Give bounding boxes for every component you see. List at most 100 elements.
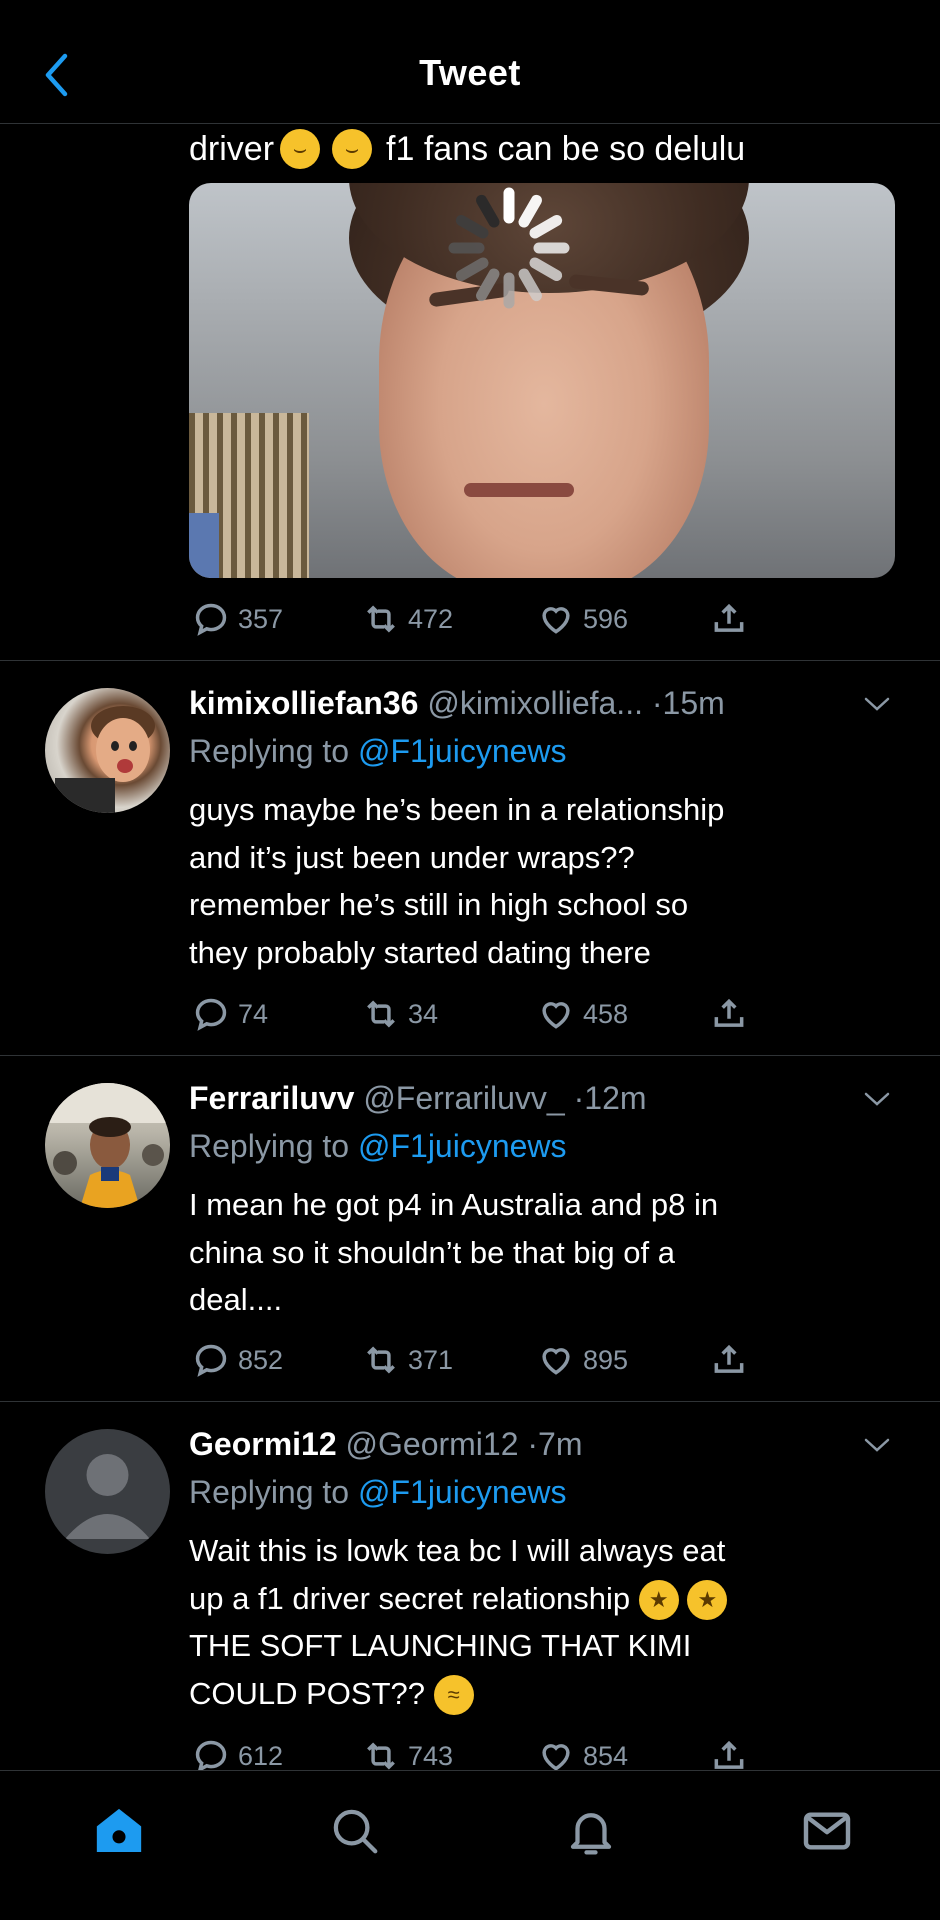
replying-to: Replying to @F1juicynews: [189, 1125, 567, 1167]
retweet-button[interactable]: 34: [362, 992, 438, 1036]
bottom-tab-bar: [0, 1770, 940, 1920]
reply-text-line: THE SOFT LAUNCHING THAT KIMI: [189, 1628, 692, 1663]
reply-button[interactable]: 74: [192, 992, 268, 1036]
display-name[interactable]: Ferrariluvv: [189, 1080, 354, 1116]
retweet-icon: [367, 1000, 395, 1028]
heart-icon: [542, 1002, 570, 1029]
chevron-down-icon[interactable]: [862, 1089, 892, 1109]
share-icon: [714, 998, 744, 1027]
share-button[interactable]: [710, 597, 748, 641]
messages-icon: [803, 1812, 851, 1850]
replying-to-link[interactable]: @F1juicynews: [358, 1474, 567, 1510]
reply-count: 612: [238, 1740, 284, 1771]
handle[interactable]: @kimixolliefa...: [427, 685, 643, 721]
page-title: Tweet: [419, 52, 521, 93]
reply-count: 852: [238, 1344, 284, 1375]
reply-header: Ferrariluvv @Ferrariluvv_ ·12m: [189, 1077, 647, 1119]
like-count: 895: [583, 1344, 629, 1375]
share-button[interactable]: [710, 992, 748, 1036]
loading-spinner-icon: [448, 187, 570, 309]
like-button[interactable]: 895: [537, 1338, 628, 1382]
reply-text-line: Wait this is lowk tea bc I will always e…: [189, 1533, 726, 1568]
avatar[interactable]: [45, 1429, 170, 1554]
tweet-media-video[interactable]: [189, 183, 895, 578]
reply-text-line: and it’s just been under wraps??: [189, 839, 635, 875]
chevron-down-icon[interactable]: [862, 694, 892, 714]
like-count: 854: [583, 1740, 629, 1771]
share-icon: [714, 603, 744, 632]
replying-to-link[interactable]: @F1juicynews: [358, 733, 567, 769]
reply-text-line: china so it shouldn’t be that big of a: [189, 1234, 675, 1270]
reply-text-line: guys maybe he’s been in a relationship: [189, 792, 725, 827]
like-button[interactable]: 596: [537, 597, 628, 641]
top-bar: Tweet: [0, 0, 940, 124]
timestamp: ·12m: [573, 1080, 647, 1116]
reply-text-line: I mean he got p4 in Australia and p8 in: [189, 1187, 719, 1222]
retweet-icon: [367, 605, 395, 633]
handle[interactable]: @Geormi12: [346, 1426, 519, 1462]
notifications-icon: [570, 1813, 612, 1855]
tab-search[interactable]: [325, 1801, 385, 1861]
reply-text-line-with-emoji: COULD POST?? ≈: [189, 1670, 889, 1718]
retweet-button[interactable]: 472: [362, 597, 453, 641]
chevron-down-icon[interactable]: [862, 1435, 892, 1455]
tired-face-emoji-icon: ≈: [433, 1675, 474, 1716]
reply-text-line: they probably started dating there: [189, 934, 651, 970]
tab-notifications[interactable]: [561, 1801, 621, 1861]
search-icon: [333, 1809, 378, 1854]
reply-text: Wait this is lowk tea bc I will always e…: [189, 1527, 889, 1717]
retweet-count: 472: [408, 603, 454, 634]
reply-text-line: deal....: [189, 1282, 283, 1317]
reply-icon: [195, 998, 227, 1031]
display-name[interactable]: kimixolliefan36: [189, 685, 418, 721]
reply-header: kimixolliefan36 @kimixolliefa... ·15m: [189, 682, 725, 724]
reply-text-line: up a f1 driver secret relationship: [189, 1580, 631, 1616]
handle[interactable]: @Ferrariluvv_: [363, 1080, 564, 1116]
mouth: [464, 483, 574, 497]
retweet-button[interactable]: 371: [362, 1338, 453, 1382]
tweet-text-after: f1 fans can be so delulu: [386, 130, 746, 168]
star-struck-emoji-icon: ★: [687, 1580, 728, 1621]
replying-to: Replying to @F1juicynews: [189, 730, 567, 772]
replying-to-prefix: Replying to: [189, 733, 350, 769]
tab-messages[interactable]: [797, 1801, 857, 1861]
like-button[interactable]: 458: [537, 992, 628, 1036]
like-count: 458: [583, 998, 629, 1029]
divider: [0, 1055, 940, 1056]
crying-face-emoji-icon: ⌣: [332, 129, 373, 169]
reply-icon: [195, 1344, 227, 1377]
reply-button[interactable]: 357: [192, 597, 283, 641]
avatar-image: [45, 1083, 170, 1208]
reply-button[interactable]: 852: [192, 1338, 283, 1382]
default-avatar-icon: [65, 1454, 150, 1539]
retweet-count: 371: [408, 1344, 454, 1375]
reply-text-line: remember he’s still in high school so: [189, 887, 689, 922]
reply-text-line: COULD POST??: [189, 1675, 426, 1711]
share-icon: [714, 1344, 744, 1373]
tab-home[interactable]: [89, 1801, 149, 1861]
timestamp: ·15m: [651, 685, 725, 721]
tweet-text: driver ⌣ ⌣ f1 fans can be so delulu: [189, 126, 745, 172]
replying-to-prefix: Replying to: [189, 1474, 350, 1510]
background-frame: [189, 513, 219, 578]
avatar-image: [55, 706, 155, 813]
timestamp: ·7m: [527, 1426, 583, 1462]
retweet-count: 34: [408, 998, 439, 1029]
retweet-count: 743: [408, 1740, 454, 1771]
divider: [0, 660, 940, 661]
share-button[interactable]: [710, 1338, 748, 1382]
tweet-text-before: driver: [189, 130, 275, 168]
reply-icon: [195, 603, 227, 636]
avatar[interactable]: [45, 688, 170, 813]
crying-face-emoji-icon: ⌣: [280, 129, 321, 169]
replying-to-link[interactable]: @F1juicynews: [358, 1128, 567, 1164]
like-count: 596: [583, 603, 629, 634]
reply-header: Geormi12 @Geormi12 ·7m: [189, 1423, 583, 1465]
replying-to: Replying to @F1juicynews: [189, 1471, 567, 1513]
heart-icon: [542, 1348, 570, 1375]
heart-icon: [542, 607, 570, 634]
display-name[interactable]: Geormi12: [189, 1426, 337, 1462]
reply-count: 74: [238, 998, 269, 1029]
avatar[interactable]: [45, 1083, 170, 1208]
reply-text-line-with-emoji: up a f1 driver secret relationship ★ ★: [189, 1575, 889, 1623]
